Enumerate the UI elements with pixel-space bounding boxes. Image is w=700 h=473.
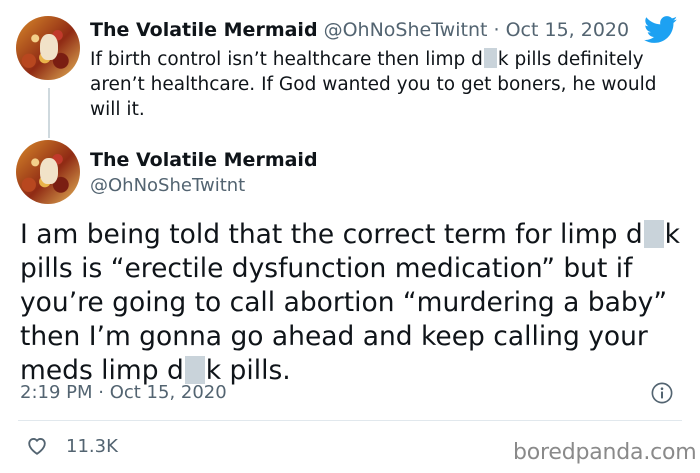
reply-date[interactable]: Oct 15, 2020 [506, 19, 630, 41]
thread-connector-line [48, 88, 50, 138]
divider [18, 420, 682, 421]
reply-avatar[interactable] [16, 16, 80, 80]
reply-header: The Volatile Mermaid @OhNoSheTwitnt · Oc… [90, 19, 629, 41]
info-icon[interactable] [651, 382, 673, 404]
main-avatar[interactable] [16, 140, 80, 204]
tweet-timestamp[interactable]: 2:19 PM · Oct 15, 2020 [20, 382, 227, 403]
reply-display-name[interactable]: The Volatile Mermaid [90, 19, 318, 41]
main-text-part1: I am being told that the correct term fo… [20, 219, 643, 250]
censor-box [184, 356, 205, 384]
reply-handle[interactable]: @OhNoSheTwitnt [324, 19, 488, 41]
like-action[interactable]: 11.3K [26, 432, 118, 460]
main-display-name[interactable]: The Volatile Mermaid [90, 149, 318, 171]
heart-icon[interactable] [26, 435, 48, 457]
twitter-bird-icon [644, 16, 678, 43]
censor-box [483, 48, 497, 68]
main-handle[interactable]: @OhNoSheTwitnt [90, 175, 245, 196]
like-count: 11.3K [66, 435, 118, 457]
watermark: boredpanda.com [513, 440, 697, 465]
reply-tweet-text: If birth control isn’t healthcare then l… [90, 47, 665, 122]
censor-box [643, 220, 664, 248]
main-tweet-text: I am being told that the correct term fo… [20, 218, 680, 388]
reply-text-part1: If birth control isn’t healthcare then l… [90, 49, 483, 70]
reply-separator: · [493, 19, 500, 41]
